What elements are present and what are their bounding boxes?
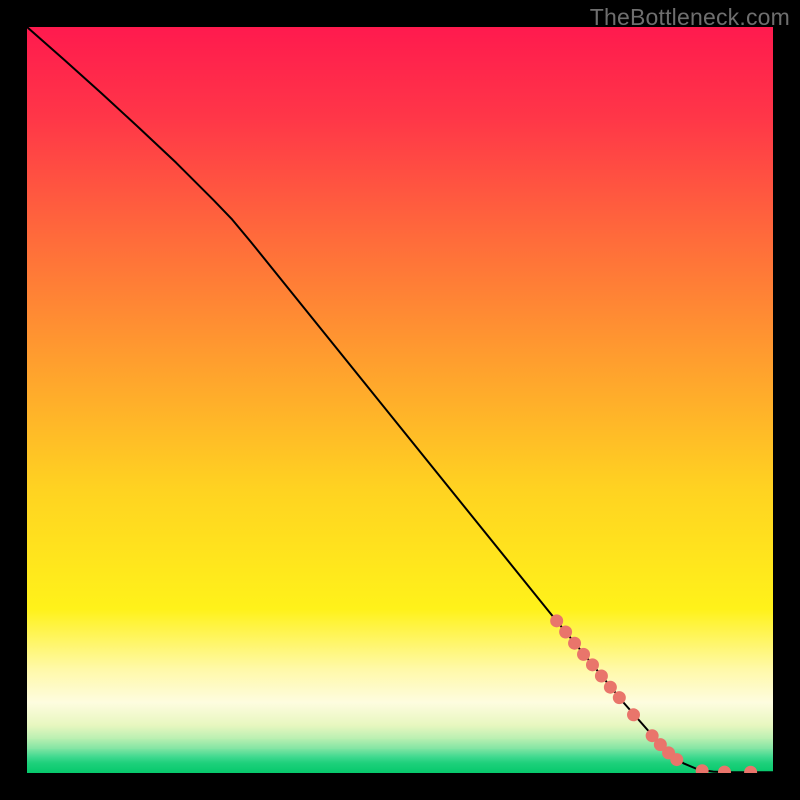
highlight-dot xyxy=(745,766,757,773)
highlight-dots xyxy=(551,615,757,773)
highlight-dot xyxy=(604,681,616,693)
highlight-dot xyxy=(586,659,598,671)
chart-stage: TheBottleneck.com xyxy=(0,0,800,800)
curve-line xyxy=(27,27,773,772)
highlight-dot xyxy=(551,615,563,627)
highlight-dot xyxy=(719,766,731,773)
watermark-text: TheBottleneck.com xyxy=(590,4,790,31)
highlight-dot xyxy=(613,692,625,704)
highlight-dot xyxy=(569,637,581,649)
highlight-dot xyxy=(628,709,640,721)
highlight-dot xyxy=(696,765,708,773)
highlight-dot xyxy=(595,670,607,682)
highlight-dot xyxy=(560,626,572,638)
plot-area xyxy=(27,27,773,773)
highlight-dot xyxy=(578,648,590,660)
chart-svg xyxy=(27,27,773,773)
highlight-dot xyxy=(671,754,683,766)
